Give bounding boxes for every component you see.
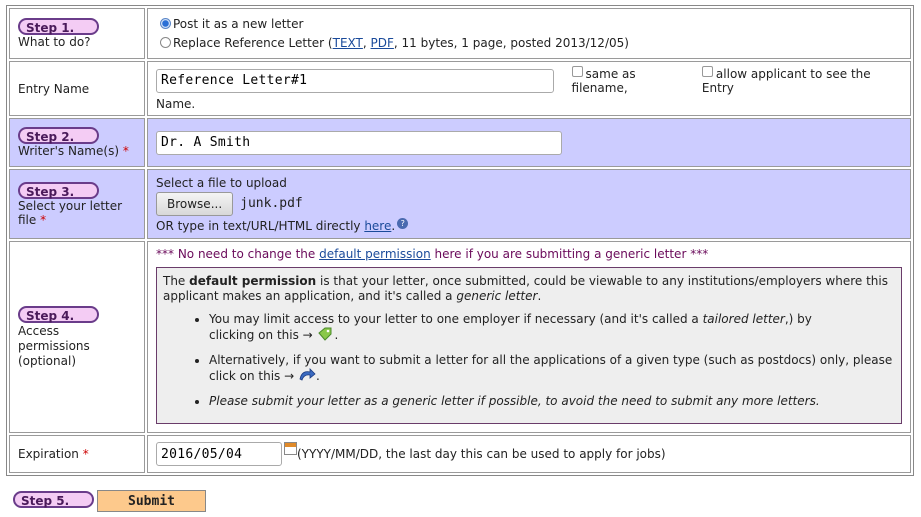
step1-row: Step 1. What to do? Post it as a new let… — [9, 8, 911, 59]
permission-list: You may limit access to your letter to o… — [163, 312, 895, 409]
submit-button[interactable]: Submit — [97, 490, 206, 512]
entry-name-row: Entry Name same as filename, allow appli… — [9, 61, 911, 116]
writer-name-input[interactable] — [156, 130, 562, 155]
permission-notice: *** No need to change the default permis… — [156, 247, 902, 261]
radio-unselected[interactable] — [160, 36, 171, 48]
browse-button[interactable]: Browse... — [156, 191, 234, 216]
bullet1-line2: clicking on this → — [209, 327, 313, 342]
step2-row: Step 2. Writer's Name(s) * — [9, 118, 911, 167]
expiration-label-cell: Expiration * — [9, 435, 145, 473]
selected-filename: junk.pdf — [240, 195, 303, 211]
entry-name-field-cell: same as filename, allow applicant to see… — [147, 61, 911, 116]
permission-intro: The default permission is that your lett… — [163, 274, 895, 304]
step4-label-line3: (optional) — [18, 353, 76, 368]
permission-box: The default permission is that your lett… — [156, 266, 902, 424]
arrow-curve-icon[interactable] — [298, 367, 316, 382]
step2-label-cell: Step 2. Writer's Name(s) * — [9, 118, 145, 167]
bullet2-line1: Alternatively, if you want to submit a l… — [209, 352, 893, 367]
step4-row: Step 4. Access permissions (optional) **… — [9, 241, 911, 433]
pdf-link[interactable]: PDF — [371, 36, 394, 50]
expiration-hint: (YYYY/MM/DD, the last day this can be us… — [297, 447, 666, 461]
intro-pre: The — [163, 273, 190, 288]
required-marker: * — [122, 144, 129, 158]
option-new-label: Post it as a new letter — [173, 16, 304, 31]
option-new[interactable]: Post it as a new letter — [160, 15, 902, 34]
expiration-input[interactable] — [156, 442, 282, 466]
step1-options: Post it as a new letter Replace Referenc… — [147, 8, 911, 59]
option-replace[interactable]: Replace Reference Letter (TEXT, PDF, 11 … — [160, 34, 902, 53]
file-upload-cell: Select a file to upload Browse... junk.p… — [147, 169, 911, 239]
or-type-text: OR type in text/URL/HTML directly — [156, 218, 365, 233]
list-item: Alternatively, if you want to submit a l… — [209, 353, 895, 384]
step3-label-line2: file — [18, 212, 37, 227]
step5-badge: Step 5. — [13, 491, 95, 508]
expiration-label: Expiration — [18, 447, 79, 461]
period: . — [391, 218, 396, 233]
step3-label-line1: Select your letter — [18, 198, 123, 213]
same-as-filename[interactable]: same as filename, — [571, 66, 693, 95]
notice-suffix: here if you are submitting a generic let… — [430, 246, 709, 261]
step1-badge: Step 1. — [18, 18, 100, 35]
step1-label: What to do? — [18, 35, 91, 49]
step4-label-line2: permissions — [18, 338, 90, 353]
allow-applicant-label: allow applicant to see the Entry — [701, 67, 871, 95]
expiration-field-cell: (YYYY/MM/DD, the last day this can be us… — [147, 435, 911, 473]
bullet3-text: Please submit your letter as a generic l… — [209, 393, 820, 408]
step2-badge: Step 2. — [18, 127, 100, 144]
entry-name-label: Entry Name — [18, 81, 90, 96]
same-as-filename-checkbox[interactable] — [571, 66, 583, 77]
required-marker: * — [40, 212, 47, 227]
intro-bold: default permission — [189, 273, 317, 288]
radio-selected[interactable] — [160, 17, 171, 29]
bullet1-dot: . — [334, 327, 339, 342]
or-type-line: OR type in text/URL/HTML directly here.? — [156, 217, 902, 234]
step4-label-cell: Step 4. Access permissions (optional) — [9, 241, 145, 433]
separator: , — [362, 35, 371, 50]
text-link[interactable]: TEXT — [333, 36, 363, 50]
notice-prefix: *** No need to change the — [156, 246, 320, 261]
entry-name-input[interactable] — [156, 68, 554, 93]
bullet1-pre: You may limit access to your letter to o… — [209, 311, 703, 326]
step3-row: Step 3. Select your letter file * Select… — [9, 169, 911, 239]
allow-applicant-cont: Name. — [156, 97, 196, 111]
step4-label-line1: Access — [18, 323, 60, 338]
list-item: Please submit your letter as a generic l… — [209, 394, 895, 409]
writer-field-cell — [147, 118, 911, 167]
entry-name-label-cell: Entry Name — [9, 61, 145, 116]
expiration-row: Expiration * (YYYY/MM/DD, the last day t… — [9, 435, 911, 473]
bullet1-italic: tailored letter — [702, 311, 785, 326]
required-marker: * — [82, 447, 89, 461]
permissions-cell: *** No need to change the default permis… — [147, 241, 911, 433]
intro-italic: generic letter — [456, 288, 538, 303]
option-replace-suffix: , 11 bytes, 1 page, posted 2013/12/05) — [393, 35, 629, 50]
calendar-icon[interactable] — [284, 442, 297, 455]
step4-badge: Step 4. — [18, 305, 100, 323]
allow-applicant[interactable]: allow applicant to see the Entry — [701, 66, 902, 95]
here-link[interactable]: here — [364, 219, 391, 233]
step2-label: Writer's Name(s) — [18, 144, 119, 158]
tag-icon[interactable] — [317, 327, 335, 341]
bullet2-dot: . — [315, 368, 320, 383]
list-item: You may limit access to your letter to o… — [209, 312, 895, 343]
letter-form: Step 1. What to do? Post it as a new let… — [6, 5, 914, 476]
allow-applicant-checkbox[interactable] — [701, 66, 713, 77]
step3-badge: Step 3. — [18, 181, 100, 199]
select-prompt: Select a file to upload — [156, 175, 287, 190]
intro-end: . — [537, 288, 542, 303]
default-permission-link[interactable]: default permission — [319, 247, 431, 261]
step1-label-cell: Step 1. What to do? — [9, 8, 145, 59]
help-icon[interactable]: ? — [397, 217, 409, 229]
bullet2-line2: click on this → — [209, 368, 295, 383]
step3-label-cell: Step 3. Select your letter file * — [9, 169, 145, 239]
bullet1-post: ,) by — [784, 311, 812, 326]
option-replace-prefix: Replace Reference Letter ( — [173, 35, 333, 50]
